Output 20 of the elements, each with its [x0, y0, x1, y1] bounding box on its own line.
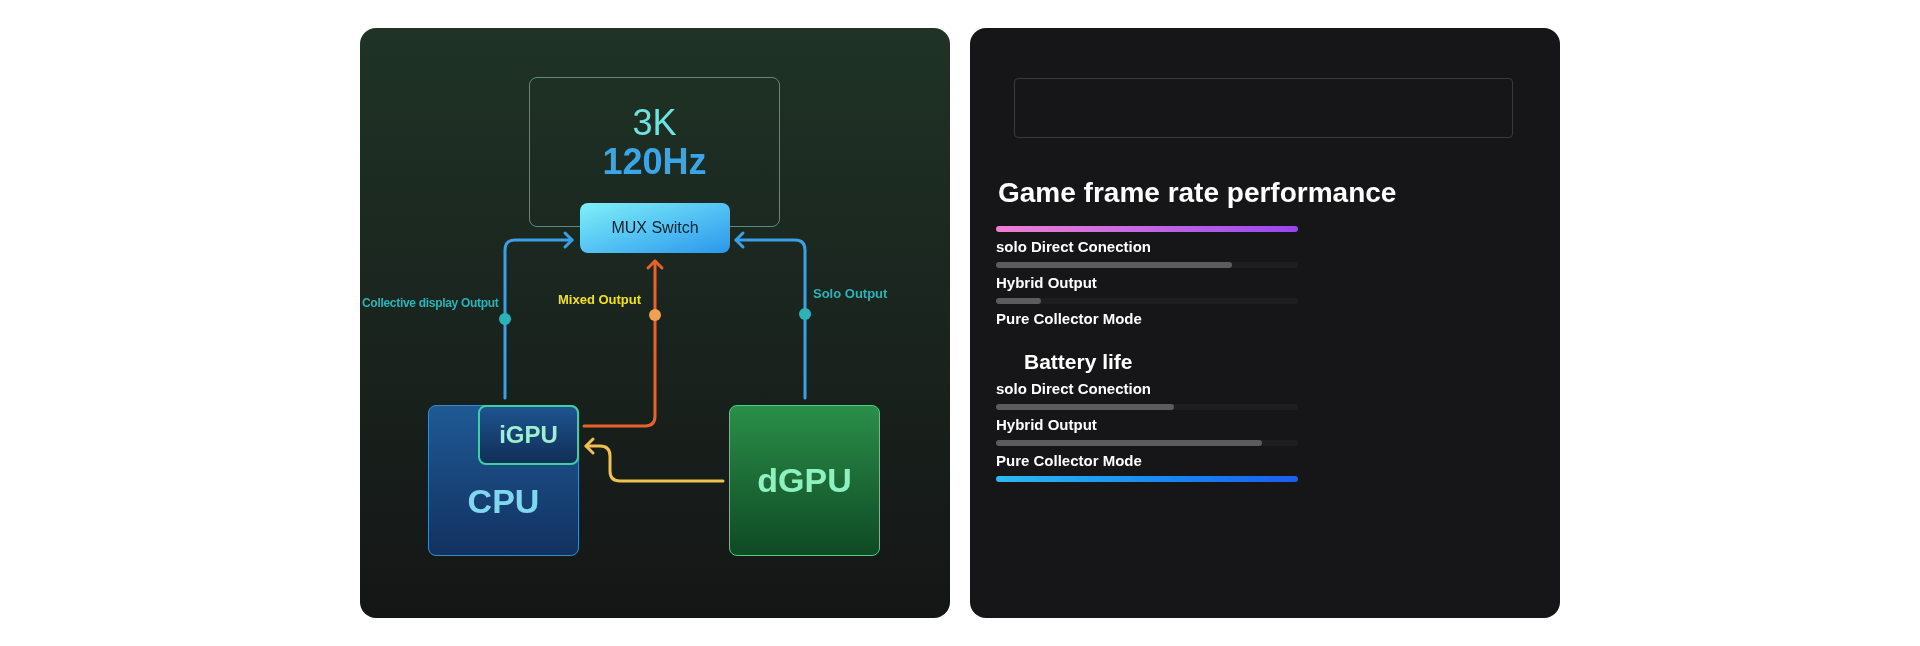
section-title: Game frame rate performance	[998, 176, 1398, 210]
junction-dot	[499, 313, 511, 325]
mode-label: solo Direct Conection	[996, 238, 1153, 256]
section-title: Battery life	[1024, 349, 1134, 375]
mux-switch-label: MUX Switch	[611, 218, 699, 238]
output-label: Mixed Output	[558, 291, 642, 309]
cpu-label: CPU	[467, 481, 540, 522]
mode-label: Pure Collector Mode	[996, 310, 1143, 328]
igpu-label: iGPU	[499, 420, 558, 450]
dgpu-label: dGPU	[757, 460, 852, 501]
mode-label: Pure Collector Mode	[996, 451, 1143, 470]
refresh-rate-text: 120Hz	[602, 142, 707, 182]
output-label: Solo Output	[813, 285, 888, 303]
mode-label: solo Direct Conection	[996, 379, 1153, 398]
resolution-text: 3K	[632, 104, 677, 142]
mode-label: Hybrid Output	[996, 415, 1098, 434]
junction-dot	[649, 309, 661, 321]
mode-label: Hybrid Output	[996, 274, 1098, 292]
junction-dot	[799, 308, 811, 320]
output-label: Collective display Output	[362, 295, 499, 312]
